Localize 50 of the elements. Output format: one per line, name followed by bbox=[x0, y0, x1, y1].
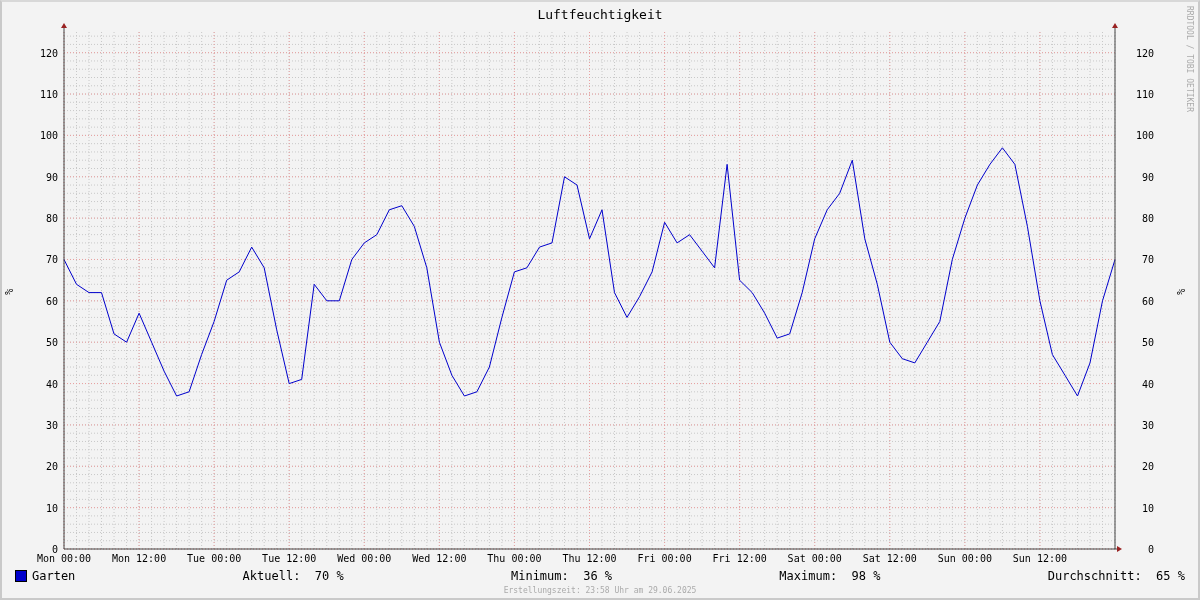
x-tick-label: Tue 00:00 bbox=[187, 553, 242, 564]
y-tick-label: 30 bbox=[45, 419, 58, 431]
y-tick-label: 80 bbox=[1141, 213, 1154, 225]
y-tick-label: 40 bbox=[45, 378, 58, 390]
x-tick-label: Thu 00:00 bbox=[487, 553, 542, 564]
legend-stat: Aktuell: 70 % bbox=[242, 569, 344, 583]
x-tick-label: Wed 00:00 bbox=[337, 553, 392, 564]
legend-stat: Durchschnitt: 65 % bbox=[1047, 569, 1185, 583]
y-tick-label: 60 bbox=[1141, 295, 1154, 307]
y-tick-label: 30 bbox=[1141, 419, 1154, 431]
y-tick-label: 120 bbox=[39, 47, 58, 59]
x-tick-label: Sat 00:00 bbox=[787, 553, 842, 564]
x-tick-label: Mon 00:00 bbox=[36, 553, 92, 564]
legend-stat: Minimum: 36 % bbox=[510, 569, 613, 583]
y-tick-label: 90 bbox=[1141, 171, 1154, 183]
y-tick-label: 80 bbox=[45, 213, 58, 225]
y-tick-label: 100 bbox=[1135, 130, 1154, 142]
x-tick-label: Mon 12:00 bbox=[112, 553, 167, 564]
y-tick-label: 0 bbox=[1147, 544, 1154, 555]
graph-title: Luftfeuchtigkeit bbox=[537, 8, 663, 22]
y-tick-label: 20 bbox=[45, 461, 58, 473]
y-tick-label: 10 bbox=[45, 502, 58, 514]
creation-time-text: Erstellungszeit: 23:58 Uhr am 29.06.2025 bbox=[503, 586, 697, 596]
y-tick-label: 60 bbox=[45, 295, 58, 307]
y-axis-label: % bbox=[3, 288, 14, 295]
x-tick-label: Sun 12:00 bbox=[1012, 553, 1067, 564]
y-tick-label: 120 bbox=[1135, 47, 1154, 59]
y-tick-label: 10 bbox=[1141, 502, 1154, 514]
y-tick-label: 50 bbox=[45, 337, 58, 349]
y-axis-label: % bbox=[1175, 288, 1186, 295]
x-tick-label: Thu 12:00 bbox=[562, 553, 617, 564]
x-tick-label: Fri 00:00 bbox=[637, 553, 692, 564]
y-tick-label: 40 bbox=[1141, 378, 1154, 390]
x-tick-label: Tue 12:00 bbox=[262, 553, 317, 564]
y-tick-label: 90 bbox=[45, 171, 58, 183]
x-tick-label: Sun 00:00 bbox=[937, 553, 992, 564]
x-tick-label: Sat 12:00 bbox=[862, 553, 917, 564]
y-tick-label: 110 bbox=[1135, 89, 1154, 101]
legend-label: Garten bbox=[32, 569, 76, 583]
y-tick-label: 100 bbox=[39, 130, 58, 142]
credit-text: RRDTOOL / TOBI OETIKER bbox=[1185, 6, 1194, 112]
y-tick-label: 20 bbox=[1141, 461, 1154, 473]
x-tick-label: Fri 12:00 bbox=[712, 553, 767, 564]
y-tick-label: 0 bbox=[51, 544, 58, 555]
legend-stat: Maximum: 98 % bbox=[779, 569, 881, 583]
y-tick-label: 50 bbox=[1141, 337, 1154, 349]
y-tick-label: 70 bbox=[45, 254, 58, 266]
x-tick-label: Wed 12:00 bbox=[412, 553, 467, 564]
y-tick-label: 110 bbox=[39, 89, 58, 101]
y-tick-label: 70 bbox=[1141, 254, 1154, 266]
